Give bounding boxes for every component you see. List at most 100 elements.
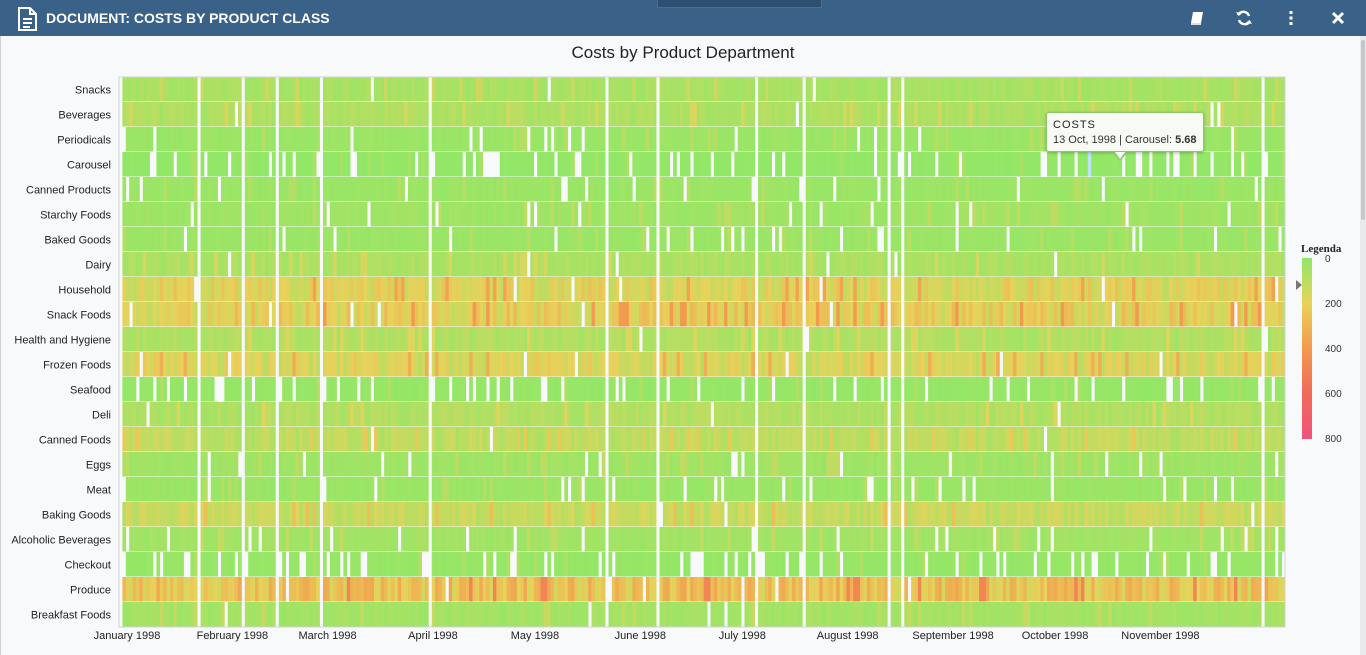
heatmap-cell[interactable] [883, 252, 888, 277]
heatmap-cell[interactable] [136, 427, 140, 452]
heatmap-cell[interactable] [1257, 327, 1262, 352]
heatmap-cell[interactable] [581, 252, 586, 277]
heatmap-cell[interactable] [516, 102, 521, 127]
heatmap-cell[interactable] [1149, 377, 1153, 402]
heatmap-cell[interactable] [938, 127, 943, 152]
heatmap-cell[interactable] [125, 352, 130, 377]
heatmap-cell[interactable] [921, 427, 926, 452]
heatmap-cell[interactable] [445, 152, 450, 177]
heatmap-cell[interactable] [472, 277, 477, 302]
heatmap-cell[interactable] [924, 77, 929, 102]
heatmap-cell[interactable] [343, 452, 348, 477]
heatmap-cell[interactable] [1125, 352, 1129, 377]
heatmap-cell[interactable] [203, 77, 208, 102]
heatmap-cell[interactable] [282, 302, 286, 327]
heatmap-cell[interactable] [860, 452, 864, 477]
heatmap-cell[interactable] [438, 302, 443, 327]
heatmap-cell[interactable] [1268, 77, 1272, 102]
heatmap-cell[interactable] [278, 352, 283, 377]
heatmap-cell[interactable] [1206, 177, 1211, 202]
heatmap-cell[interactable] [146, 77, 150, 102]
heatmap-cell[interactable] [673, 427, 677, 452]
heatmap-cell[interactable] [710, 352, 715, 377]
heatmap-cell[interactable] [295, 327, 300, 352]
heatmap-cell[interactable] [173, 227, 178, 252]
heatmap-cell[interactable] [214, 452, 218, 477]
heatmap-cell[interactable] [781, 102, 786, 127]
heatmap-cell[interactable] [1111, 77, 1116, 102]
heatmap-cell[interactable] [1142, 427, 1146, 452]
heatmap-cell[interactable] [846, 152, 851, 177]
heatmap-cell[interactable] [877, 102, 881, 127]
heatmap-cell[interactable] [849, 202, 854, 227]
heatmap-cell[interactable] [1121, 202, 1126, 227]
heatmap-cell[interactable] [564, 127, 569, 152]
heatmap-cell[interactable] [928, 452, 932, 477]
heatmap-cell[interactable] [139, 227, 144, 252]
heatmap-cell[interactable] [1060, 252, 1065, 277]
heatmap-cell[interactable] [761, 277, 766, 302]
heatmap-cell[interactable] [1043, 177, 1048, 202]
heatmap-cell[interactable] [1016, 202, 1021, 227]
heatmap-cell[interactable] [601, 277, 606, 302]
heatmap-cell[interactable] [717, 277, 722, 302]
heatmap-cell[interactable] [163, 227, 167, 252]
heatmap-cell[interactable] [788, 452, 793, 477]
heatmap-cell[interactable] [775, 252, 779, 277]
heatmap-cell[interactable] [333, 452, 337, 477]
heatmap-cell[interactable] [571, 102, 575, 127]
heatmap-cell[interactable] [805, 202, 810, 227]
heatmap-cell[interactable] [1016, 252, 1021, 277]
heatmap-cell[interactable] [465, 177, 470, 202]
heatmap-cell[interactable] [526, 377, 531, 402]
heatmap-cell[interactable] [234, 327, 239, 352]
heatmap-cell[interactable] [703, 202, 708, 227]
heatmap-cell[interactable] [163, 352, 167, 377]
heatmap-cell[interactable] [676, 452, 681, 477]
heatmap-cell[interactable] [632, 252, 637, 277]
heatmap-cell[interactable] [1223, 277, 1228, 302]
heatmap-cell[interactable] [486, 252, 490, 277]
heatmap-cell[interactable] [951, 177, 956, 202]
heatmap-cell[interactable] [601, 302, 606, 327]
heatmap-cell[interactable] [288, 102, 293, 127]
heatmap-cell[interactable] [1227, 177, 1231, 202]
heatmap-cell[interactable] [724, 452, 728, 477]
heatmap-cell[interactable] [309, 452, 314, 477]
heatmap-cell[interactable] [244, 377, 249, 402]
heatmap-cell[interactable] [724, 252, 728, 277]
heatmap-cell[interactable] [139, 377, 144, 402]
heatmap-cell[interactable] [411, 227, 416, 252]
heatmap-cell[interactable] [537, 427, 541, 452]
heatmap-cell[interactable] [271, 177, 276, 202]
heatmap-cell[interactable] [809, 102, 813, 127]
heatmap-cell[interactable] [785, 302, 790, 327]
heatmap-cell[interactable] [703, 452, 708, 477]
heatmap-cell[interactable] [975, 177, 980, 202]
heatmap-cell[interactable] [210, 277, 215, 302]
heatmap-cell[interactable] [299, 277, 303, 302]
heatmap-cell[interactable] [948, 252, 953, 277]
heatmap-cell[interactable] [431, 252, 436, 277]
heatmap-cell[interactable] [805, 127, 810, 152]
heatmap-cell[interactable] [397, 427, 402, 452]
heatmap-cell[interactable] [1043, 202, 1048, 227]
heatmap-cell[interactable] [360, 302, 365, 327]
heatmap-cell[interactable] [339, 302, 344, 327]
heatmap-cell[interactable] [543, 352, 548, 377]
heatmap-cell[interactable] [662, 452, 667, 477]
heatmap-cell[interactable] [1244, 427, 1248, 452]
heatmap-cell[interactable] [533, 302, 538, 327]
heatmap-cell[interactable] [465, 352, 470, 377]
heatmap-cell[interactable] [380, 77, 385, 102]
heatmap-cell[interactable] [588, 377, 592, 402]
heatmap-cell[interactable] [523, 77, 528, 102]
heatmap-cell[interactable] [1251, 102, 1255, 127]
heatmap-cell[interactable] [768, 127, 773, 152]
heatmap-cell[interactable] [190, 277, 195, 302]
heatmap-cell[interactable] [894, 227, 898, 252]
heatmap-cell[interactable] [778, 402, 783, 427]
heatmap-cell[interactable] [839, 177, 844, 202]
heatmap-cell[interactable] [795, 427, 800, 452]
heatmap-cell[interactable] [829, 177, 834, 202]
